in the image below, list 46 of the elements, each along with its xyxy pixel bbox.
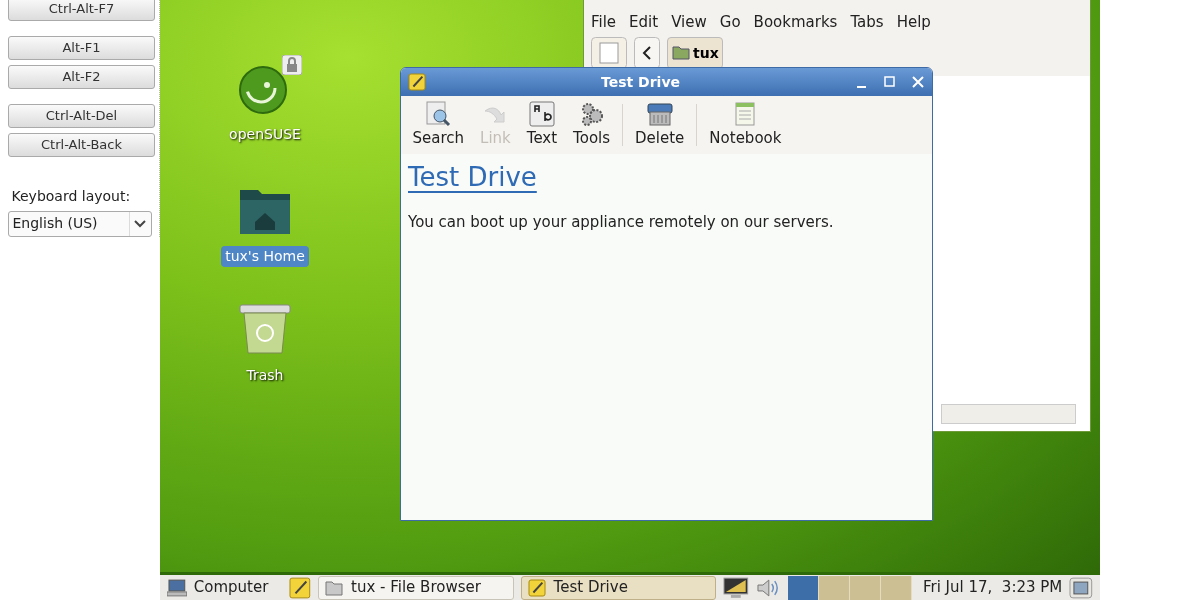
back-button-icon[interactable] — [634, 37, 660, 69]
keyboard-layout-dropdown[interactable]: English (US) — [8, 210, 152, 237]
key-combo-button[interactable]: Ctrl-Alt-F7 — [8, 0, 155, 21]
menu-item[interactable]: Go — [719, 11, 741, 34]
keyboard-layout-label: Keyboard layout: — [11, 187, 132, 206]
menu-item[interactable]: Edit — [629, 11, 659, 34]
note-text: You can boot up your appliance remotely on our servers. — [408, 211, 835, 233]
close-icon[interactable] — [911, 75, 925, 89]
folder-icon — [325, 579, 343, 596]
note-title: Test Drive — [408, 160, 537, 194]
trash-can-icon[interactable] — [238, 303, 292, 355]
display-settings-icon[interactable] — [723, 576, 749, 599]
toolbar-button[interactable]: Search — [404, 100, 473, 150]
computer-icon[interactable] — [167, 578, 187, 597]
workspace-button[interactable] — [788, 575, 820, 600]
path-button[interactable]: tux — [667, 37, 724, 69]
toolbar-button[interactable]: Tools — [565, 100, 619, 150]
note-icon[interactable] — [408, 73, 426, 91]
key-combo-button[interactable]: Alt-F2 — [8, 65, 155, 89]
show-desktop-icon[interactable] — [1069, 576, 1093, 599]
menu-item[interactable]: File — [591, 11, 617, 34]
desktop-icon-label[interactable]: tux's Home — [221, 246, 309, 267]
window-title: Test Drive — [600, 72, 681, 92]
menu-item[interactable]: Help — [896, 11, 931, 34]
shredder-icon — [645, 100, 674, 127]
folder-icon — [671, 46, 690, 60]
search-icon — [425, 100, 452, 127]
key-combo-button[interactable]: Alt-F1 — [8, 36, 155, 60]
menu-item[interactable]: View — [671, 11, 707, 34]
task-button[interactable]: Test Drive — [520, 575, 717, 600]
note-icon[interactable] — [527, 578, 546, 597]
maximize-icon[interactable] — [883, 75, 897, 89]
toolbar-button[interactable]: Delete — [627, 100, 693, 150]
key-combo-button[interactable]: Ctrl-Alt-Back — [8, 133, 155, 157]
menu-item[interactable]: Bookmarks — [753, 11, 838, 34]
menu-item[interactable]: Tabs — [850, 11, 884, 34]
text-format-icon — [528, 100, 555, 127]
toolbar-button[interactable]: Notebook — [701, 100, 790, 150]
key-combo-button[interactable]: Ctrl-Alt-Del — [8, 104, 155, 128]
toolbar-button[interactable]: Text — [518, 100, 566, 150]
notebook-icon — [734, 100, 757, 127]
note-launcher-icon[interactable] — [289, 576, 311, 599]
horizontal-scrollbar[interactable] — [941, 404, 1076, 424]
computer-menu-label[interactable]: Computer — [193, 576, 269, 599]
task-button[interactable]: tux - File Browser — [318, 575, 514, 600]
clock[interactable]: Fri Jul 17, 3:23 PM — [922, 576, 1063, 599]
